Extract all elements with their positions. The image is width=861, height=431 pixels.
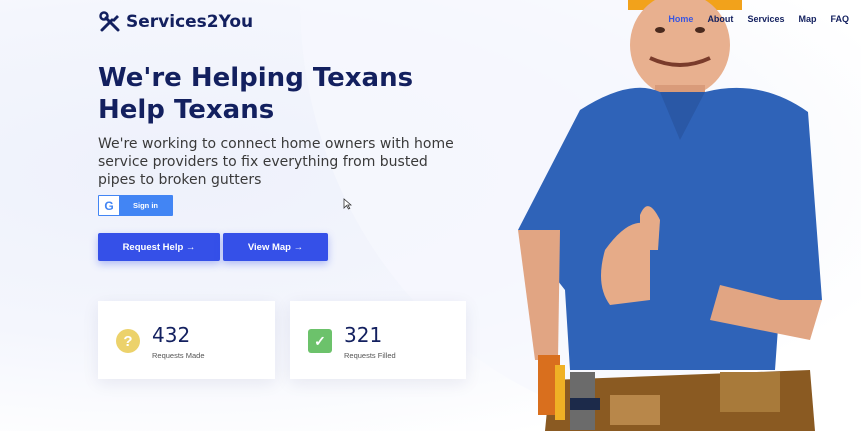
- top-nav: Home About Services Map FAQ: [668, 14, 849, 24]
- nav-faq[interactable]: FAQ: [830, 14, 849, 24]
- brand-name: Services2You: [126, 12, 254, 32]
- google-signin-button[interactable]: G Sign in: [98, 195, 173, 216]
- nav-services[interactable]: Services: [747, 14, 784, 24]
- stat-card-requests-made: ? 432 Requests Made: [98, 301, 275, 379]
- hero-title: We're Helping Texans Help Texans: [98, 63, 414, 125]
- tools-icon: [99, 11, 120, 32]
- google-icon: G: [99, 196, 119, 215]
- view-map-button[interactable]: View Map →: [223, 233, 328, 261]
- check-icon: ✓: [308, 329, 332, 353]
- handyman-illustration: [518, 0, 822, 431]
- nav-home[interactable]: Home: [668, 14, 693, 24]
- stat-value: 432: [152, 323, 191, 347]
- stat-label: Requests Made: [152, 351, 205, 360]
- brand-logo[interactable]: Services2You: [98, 10, 253, 34]
- stat-card-requests-filled: ✓ 321 Requests Filled: [290, 301, 466, 379]
- nav-about[interactable]: About: [707, 14, 733, 24]
- mouse-cursor: [343, 198, 352, 210]
- hero-subtitle: We're working to connect home owners wit…: [98, 136, 454, 188]
- request-help-button[interactable]: Request Help →: [98, 233, 220, 261]
- stat-value: 321: [344, 323, 383, 347]
- question-icon: ?: [116, 329, 140, 353]
- stat-label: Requests Filled: [344, 351, 396, 360]
- signin-label: Sign in: [133, 201, 158, 210]
- nav-map[interactable]: Map: [798, 14, 816, 24]
